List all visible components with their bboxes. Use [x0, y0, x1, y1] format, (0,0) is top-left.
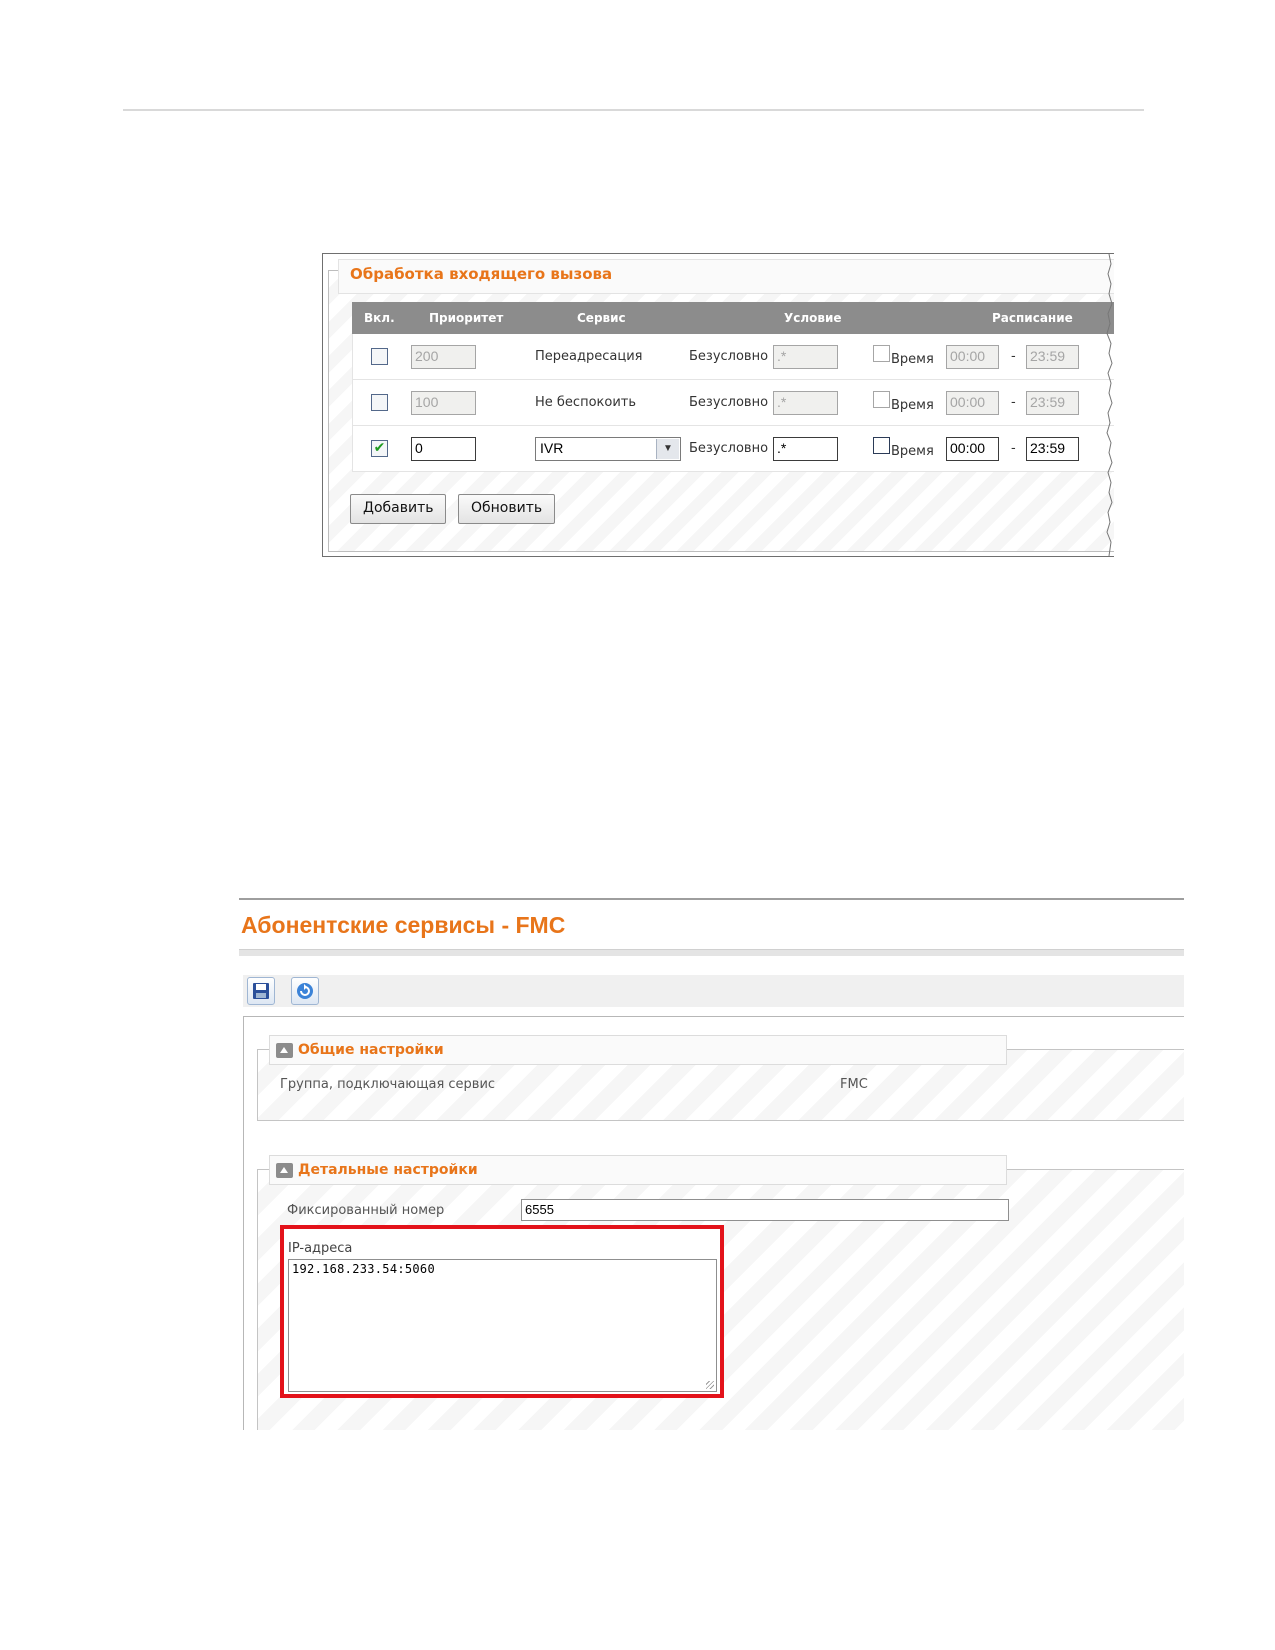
collapse-icon[interactable]	[276, 1163, 293, 1178]
time-to-field[interactable]: 23:59	[1026, 345, 1079, 369]
condition-value-field[interactable]: .*	[773, 437, 838, 461]
service-name: Переадресация	[535, 349, 643, 364]
general-settings-title: Общие настройки	[298, 1042, 444, 1058]
title-divider	[239, 949, 1184, 956]
chevron-down-icon[interactable]: ▼	[656, 439, 679, 459]
incoming-call-title: Обработка входящего вызова	[350, 265, 613, 283]
ip-label: IP-адреса	[288, 1241, 353, 1256]
time-checkbox[interactable]	[873, 437, 890, 454]
reload-button[interactable]	[291, 977, 319, 1005]
rules-table-header: Вкл. Приоритет Сервис Условие Расписание	[352, 302, 1114, 334]
col-enabled: Вкл.	[364, 311, 395, 325]
condition-type: Безусловно	[689, 349, 769, 364]
time-label: Время	[891, 398, 934, 413]
detail-settings-fieldset: Фиксированный номер 6555 IP-адреса 192.1…	[257, 1169, 1184, 1430]
service-name: Не беспокоить	[535, 395, 637, 410]
time-dash: -	[1011, 441, 1016, 456]
table-row: ✔ 0 IVR ▼ Безусловно .* Время 00:00 - 23…	[352, 426, 1114, 472]
detail-settings-title: Детальные настройки	[298, 1162, 478, 1178]
torn-edge	[1106, 254, 1113, 556]
toolbar	[243, 975, 1184, 1007]
detail-settings-legend[interactable]: Детальные настройки	[269, 1155, 1007, 1185]
time-checkbox[interactable]	[873, 345, 890, 362]
time-checkbox[interactable]	[873, 391, 890, 408]
condition-type: Безусловно	[689, 441, 769, 456]
table-row: 200 Переадресация Безусловно .* Время 00…	[352, 334, 1114, 380]
time-dash: -	[1011, 349, 1016, 364]
col-schedule: Расписание	[992, 311, 1073, 325]
service-select-value: IVR	[540, 440, 564, 456]
group-value: FMC	[840, 1077, 868, 1092]
page-title: Абонентские сервисы - FMC	[241, 912, 566, 938]
time-from-field[interactable]: 00:00	[946, 437, 999, 461]
col-priority: Приоритет	[429, 311, 504, 325]
fmc-content: Группа, подключающая сервис FMC Общие на…	[243, 1016, 1184, 1430]
fixed-number-field[interactable]: 6555	[521, 1199, 1009, 1221]
priority-field[interactable]: 100	[411, 391, 476, 415]
condition-value-field[interactable]: .*	[773, 391, 838, 415]
fmc-panel: Абонентские сервисы - FMC Группа, подклю…	[239, 898, 1184, 1430]
ip-highlight-box: IP-адреса 192.168.233.54:5060	[280, 1225, 724, 1398]
priority-field[interactable]: 200	[411, 345, 476, 369]
priority-field[interactable]: 0	[411, 437, 476, 461]
refresh-button[interactable]: Обновить	[458, 494, 556, 524]
enable-checkbox[interactable]	[371, 348, 388, 365]
enable-checkbox[interactable]	[371, 394, 388, 411]
time-from-field[interactable]: 00:00	[946, 391, 999, 415]
time-to-field[interactable]: 23:59	[1026, 437, 1079, 461]
refresh-icon	[297, 983, 313, 999]
col-condition: Условие	[784, 311, 842, 325]
col-service: Сервис	[577, 311, 626, 325]
add-button[interactable]: Добавить	[350, 494, 447, 524]
table-row: 100 Не беспокоить Безусловно .* Время 00…	[352, 380, 1114, 426]
ip-textarea[interactable]: 192.168.233.54:5060	[288, 1259, 717, 1392]
page-top-divider	[123, 109, 1144, 111]
save-button[interactable]	[247, 977, 275, 1005]
time-label: Время	[891, 444, 934, 459]
general-settings-legend[interactable]: Общие настройки	[269, 1035, 1007, 1065]
save-icon	[253, 983, 269, 999]
time-to-field[interactable]: 23:59	[1026, 391, 1079, 415]
service-select[interactable]: IVR ▼	[535, 437, 681, 461]
resize-grip-icon[interactable]	[706, 1381, 714, 1389]
ip-textarea-value: 192.168.233.54:5060	[292, 1262, 435, 1276]
time-label: Время	[891, 352, 934, 367]
incoming-call-panel: Обработка входящего вызова Вкл. Приорите…	[322, 253, 1114, 557]
fixed-number-label: Фиксированный номер	[287, 1203, 445, 1218]
condition-value-field[interactable]: .*	[773, 345, 838, 369]
collapse-icon[interactable]	[276, 1043, 293, 1058]
time-dash: -	[1011, 395, 1016, 410]
fmc-top-divider	[239, 898, 1184, 900]
group-label: Группа, подключающая сервис	[280, 1077, 496, 1092]
condition-type: Безусловно	[689, 395, 769, 410]
enable-checkbox[interactable]: ✔	[371, 440, 388, 457]
time-from-field[interactable]: 00:00	[946, 345, 999, 369]
